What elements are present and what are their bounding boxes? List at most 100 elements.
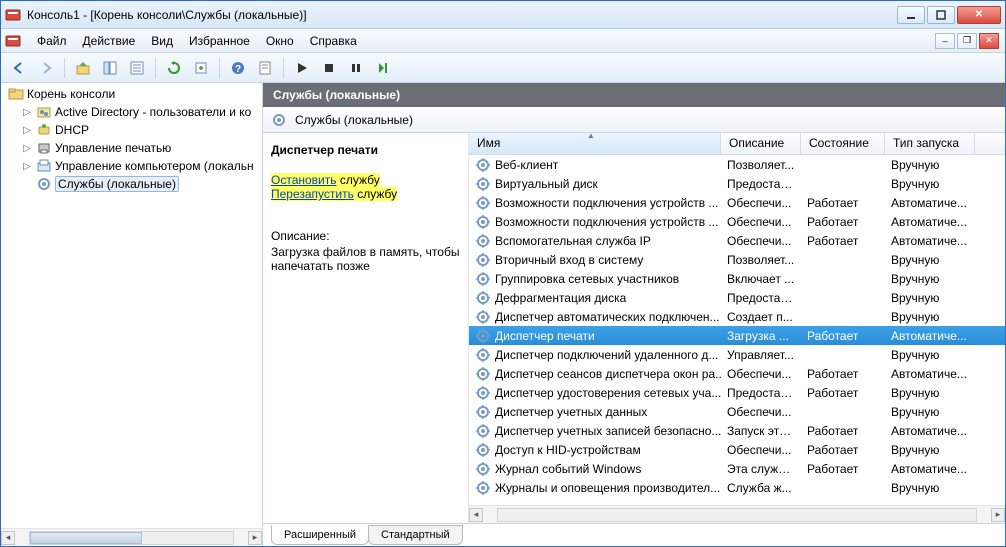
- service-row[interactable]: Группировка сетевых участниковВключает .…: [469, 269, 1005, 288]
- column-description[interactable]: Описание: [721, 133, 801, 154]
- scroll-left-icon[interactable]: ◂: [469, 508, 483, 522]
- service-name: Диспетчер автоматических подключен...: [495, 310, 720, 324]
- service-row[interactable]: Диспетчер удостоверения сетевых уча...Пр…: [469, 383, 1005, 402]
- service-description: Позволяет...: [721, 253, 801, 267]
- service-row[interactable]: Возможности подключения устройств ...Обе…: [469, 193, 1005, 212]
- sort-indicator-icon: ▲: [587, 133, 595, 140]
- service-row[interactable]: Доступ к HID-устройствамОбеспечи...Работ…: [469, 440, 1005, 459]
- service-name: Журнал событий Windows: [495, 462, 641, 476]
- service-row[interactable]: Возможности подключения устройств ...Обе…: [469, 212, 1005, 231]
- about-button[interactable]: [253, 56, 277, 80]
- service-row[interactable]: Диспетчер подключений удаленного д...Упр…: [469, 345, 1005, 364]
- column-state[interactable]: Состояние: [801, 133, 885, 154]
- scroll-left-icon[interactable]: ◂: [1, 531, 15, 545]
- service-name: Возможности подключения устройств ...: [495, 196, 718, 210]
- export-button[interactable]: [189, 56, 213, 80]
- service-icon: [475, 176, 491, 192]
- stop-service-link[interactable]: Остановить: [271, 173, 337, 187]
- stop-service-button[interactable]: [317, 56, 341, 80]
- service-description: Обеспечи...: [721, 234, 801, 248]
- list-rows[interactable]: Веб-клиентПозволяет...ВручнуюВиртуальный…: [469, 155, 1005, 505]
- svg-text:?: ?: [235, 64, 241, 75]
- scroll-right-icon[interactable]: ▸: [991, 508, 1005, 522]
- services-subheader-label: Службы (локальные): [295, 113, 413, 127]
- tree-item[interactable]: ▷DHCP: [1, 121, 262, 139]
- minimize-button[interactable]: [897, 6, 925, 24]
- service-description: Предостав...: [721, 386, 801, 400]
- service-name: Дефрагментация диска: [495, 291, 626, 305]
- service-row[interactable]: Диспетчер сеансов диспетчера окон ра...О…: [469, 364, 1005, 383]
- tree-root-label: Корень консоли: [27, 87, 115, 101]
- service-row[interactable]: Журналы и оповещения производител...Служ…: [469, 478, 1005, 497]
- tree-item[interactable]: ▷ Управление компьютером (локальн: [1, 157, 262, 175]
- folder-icon: [8, 86, 24, 102]
- column-name[interactable]: Имя: [469, 133, 721, 154]
- service-row[interactable]: Диспетчер печатиЗагрузка ...РаботаетАвто…: [469, 326, 1005, 345]
- properties-button[interactable]: [125, 56, 149, 80]
- help-button[interactable]: ?: [226, 56, 250, 80]
- tab-standard[interactable]: Стандартный: [368, 525, 463, 545]
- service-row[interactable]: Вспомогательная служба IPОбеспечи...Рабо…: [469, 231, 1005, 250]
- back-button[interactable]: [7, 56, 31, 80]
- show-hide-tree-button[interactable]: [98, 56, 122, 80]
- service-row[interactable]: Вторичный вход в системуПозволяет...Вруч…: [469, 250, 1005, 269]
- expand-icon[interactable]: ▷: [21, 125, 33, 136]
- list-scrollbar[interactable]: ◂ ▸: [469, 505, 1005, 523]
- mdi-close-button[interactable]: ✕: [979, 33, 999, 49]
- service-row[interactable]: Диспетчер автоматических подключен...Соз…: [469, 307, 1005, 326]
- service-row[interactable]: Диспетчер учетных записей безопасно...За…: [469, 421, 1005, 440]
- tab-extended[interactable]: Расширенный: [271, 525, 369, 545]
- service-row[interactable]: Дефрагментация дискаПредостав...Вручную: [469, 288, 1005, 307]
- service-description: Создает п...: [721, 310, 801, 324]
- tree-scrollbar[interactable]: ◂ ▸: [1, 528, 262, 546]
- service-state: Работает: [801, 443, 885, 457]
- menu-view[interactable]: Вид: [143, 31, 181, 51]
- tree-item-label: Управление компьютером (локальн: [55, 159, 254, 173]
- service-description: Запуск это...: [721, 424, 801, 438]
- service-description: Обеспечи...: [721, 367, 801, 381]
- menu-window[interactable]: Окно: [258, 31, 302, 51]
- menu-help[interactable]: Справка: [302, 31, 365, 51]
- service-row[interactable]: Веб-клиентПозволяет...Вручную: [469, 155, 1005, 174]
- tree-root[interactable]: Корень консоли: [1, 85, 262, 103]
- up-button[interactable]: [71, 56, 95, 80]
- pause-service-button[interactable]: [344, 56, 368, 80]
- tree-item-label: Active Directory - пользователи и ко: [55, 105, 251, 119]
- service-description: Управляет...: [721, 348, 801, 362]
- service-row[interactable]: Диспетчер учетных данныхОбеспечи...Вручн…: [469, 402, 1005, 421]
- service-state: Работает: [801, 196, 885, 210]
- expand-icon[interactable]: ▷: [21, 107, 33, 118]
- tree-node-icon: [36, 104, 52, 120]
- service-startup: Вручную: [885, 272, 975, 286]
- restart-service-link[interactable]: Перезапустить: [271, 187, 354, 201]
- service-name: Вторичный вход в систему: [495, 253, 643, 267]
- menu-action[interactable]: Действие: [75, 31, 144, 51]
- column-startup[interactable]: Тип запуска: [885, 133, 975, 154]
- refresh-button[interactable]: [162, 56, 186, 80]
- expand-icon[interactable]: ▷: [21, 143, 33, 154]
- close-button[interactable]: ✕: [957, 6, 1001, 24]
- tree-item[interactable]: ▷ Управление печатью: [1, 139, 262, 157]
- restart-service-button[interactable]: [371, 56, 395, 80]
- service-icon: [475, 442, 491, 458]
- menu-favorites[interactable]: Избранное: [181, 31, 258, 51]
- tree-item[interactable]: Службы (локальные): [1, 175, 262, 193]
- tree-node-icon: [36, 158, 52, 174]
- service-state: Работает: [801, 386, 885, 400]
- forward-button[interactable]: [34, 56, 58, 80]
- service-startup: Автоматиче...: [885, 424, 975, 438]
- tree-item-label: Управление печатью: [55, 141, 171, 155]
- tree-item[interactable]: ▷ Active Directory - пользователи и ко: [1, 103, 262, 121]
- mdi-restore-button[interactable]: ❐: [957, 33, 977, 49]
- scroll-right-icon[interactable]: ▸: [248, 531, 262, 545]
- expand-icon[interactable]: ▷: [21, 161, 33, 172]
- menu-file[interactable]: Файл: [29, 31, 75, 51]
- mdi-minimize-button[interactable]: –: [935, 33, 955, 49]
- service-row[interactable]: Журнал событий WindowsЭта служб...Работа…: [469, 459, 1005, 478]
- service-row[interactable]: Виртуальный дискПредостав...Вручную: [469, 174, 1005, 193]
- maximize-button[interactable]: [927, 6, 955, 24]
- service-icon: [475, 290, 491, 306]
- main-split: Корень консоли ▷ Active Directory - польз…: [1, 83, 1005, 546]
- start-service-button[interactable]: [290, 56, 314, 80]
- service-icon: [475, 385, 491, 401]
